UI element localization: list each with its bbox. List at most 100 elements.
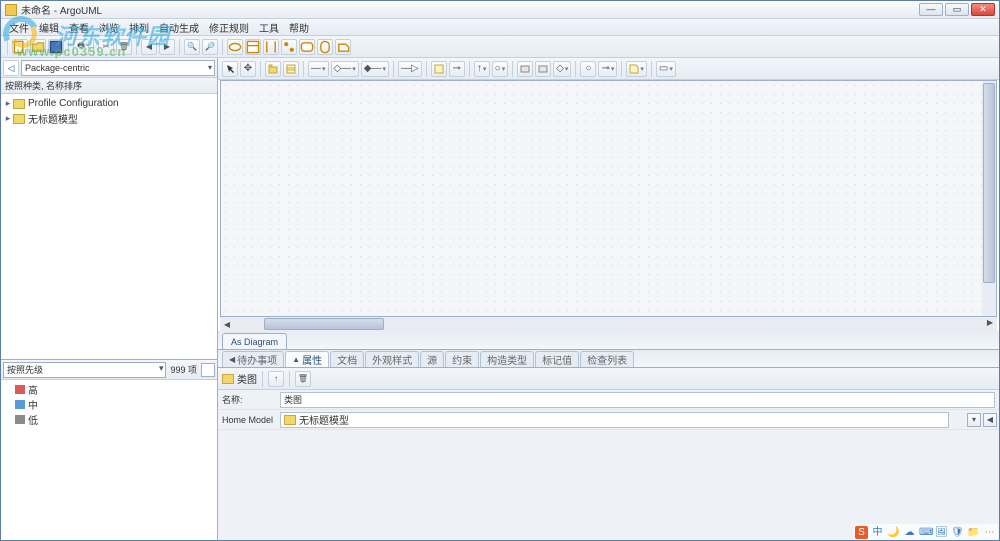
interface-tool[interactable] (431, 61, 447, 77)
gen-tool[interactable]: —▷ (398, 61, 422, 77)
titlebar: 未命名 - ArgoUML — ▭ ✕ (1, 1, 999, 19)
cut-button[interactable]: ✂ (98, 39, 114, 55)
nav-back-button[interactable]: ◀ (141, 39, 157, 55)
usecase-diagram-button[interactable] (227, 39, 243, 55)
maximize-button[interactable]: ▭ (945, 3, 969, 16)
sort-label[interactable]: 按照种类, 名称排序 (1, 78, 217, 94)
aggr-tool[interactable]: ◇— (331, 61, 359, 77)
tab-style[interactable]: 外观样式 (365, 351, 419, 367)
nav-back-icon[interactable]: ◁ (3, 60, 19, 76)
delete-button[interactable]: 🗑 (116, 39, 132, 55)
class-diagram-icon (222, 374, 234, 384)
activity-diagram-button[interactable] (317, 39, 333, 55)
go-up-button[interactable]: ↑ (268, 371, 284, 387)
menu-tools[interactable]: 工具 (255, 19, 283, 36)
details-pane: ◀待办事项 ▲属性 文档 外观样式 源 约束 构造类型 标记值 检查列表 类图 (218, 350, 999, 540)
menubar: 文件 编辑 查看 浏览 排列 自动生成 修正规则 工具 帮助 河东软件园 www… (1, 19, 999, 36)
todo-sort-combo[interactable]: 按照先级 (3, 362, 166, 378)
tray-folder-icon[interactable]: 📁 (967, 526, 980, 539)
rect-tool[interactable]: ▭ (656, 61, 676, 77)
select-tool[interactable] (222, 61, 238, 77)
tray-ime-icon[interactable]: S (855, 526, 868, 539)
menu-file[interactable]: 文件 (5, 19, 33, 36)
tray-lang-icon[interactable]: 中 (871, 526, 884, 539)
find-button[interactable]: 🔍 (184, 39, 200, 55)
menu-help[interactable]: 帮助 (285, 19, 313, 36)
tree-node[interactable]: ▸ Profile Configuration (3, 96, 215, 111)
home-combo-drop[interactable]: ▾ (967, 413, 981, 427)
comp-tool[interactable]: ◆— (361, 61, 389, 77)
comment-tool[interactable] (626, 61, 647, 77)
horizontal-scrollbar[interactable]: ◀ ▶ (220, 317, 997, 331)
priority-med[interactable]: 中 (3, 397, 215, 412)
vertical-scrollbar[interactable] (982, 81, 996, 316)
tree-label: 无标题模型 (28, 111, 78, 126)
tab-stereotype[interactable]: 构造类型 (480, 351, 534, 367)
tab-tagged[interactable]: 标记值 (535, 351, 579, 367)
todo-tree[interactable]: 高 中 低 (1, 380, 217, 540)
tray-image-icon[interactable]: 🖼 (935, 526, 948, 539)
expand-icon[interactable]: ▸ (3, 98, 13, 109)
tray-shield-icon[interactable]: 🛡 (951, 526, 964, 539)
menu-edit[interactable]: 编辑 (35, 19, 63, 36)
menu-view[interactable]: 查看 (65, 19, 93, 36)
broom-tool[interactable]: ✥ (240, 61, 256, 77)
main-toolbar: 🖶 ✂ 🗑 ◀ ▶ 🔍 🔎 (1, 36, 999, 58)
home-model-field[interactable]: 无标题模型 (280, 412, 949, 428)
open-button[interactable] (30, 39, 46, 55)
minimize-button[interactable]: — (919, 3, 943, 16)
class-diagram-button[interactable] (245, 39, 261, 55)
tray-more-icon[interactable]: ⋯ (983, 526, 996, 539)
tab-docs[interactable]: 文档 (330, 351, 364, 367)
diagram-tab[interactable]: As Diagram (222, 333, 287, 349)
new-button[interactable] (12, 39, 28, 55)
tray-moon-icon[interactable]: 🌙 (887, 526, 900, 539)
deploy-diagram-button[interactable] (335, 39, 351, 55)
priority-high[interactable]: 高 (3, 382, 215, 397)
menu-autogen[interactable]: 自动生成 (155, 19, 203, 36)
tray-cloud-icon[interactable]: ☁ (903, 526, 916, 539)
name-field[interactable] (280, 392, 995, 408)
diagram-canvas[interactable] (220, 80, 997, 317)
link-tool[interactable]: ⊸ (598, 61, 617, 77)
expand-icon[interactable]: ▸ (3, 113, 13, 124)
sequence-diagram-button[interactable] (263, 39, 279, 55)
menu-browse[interactable]: 浏览 (95, 19, 123, 36)
assoc-tool[interactable]: — (308, 61, 329, 77)
perspective-combo[interactable]: Package-centric (21, 60, 215, 76)
tab-source[interactable]: 源 (420, 351, 444, 367)
todo-flat-button[interactable] (201, 363, 215, 377)
collab-diagram-button[interactable] (281, 39, 297, 55)
priority-med-icon (15, 400, 25, 409)
zoom-button[interactable]: 🔎 (202, 39, 218, 55)
tree-node[interactable]: ▸ 无标题模型 (3, 111, 215, 126)
nav-fwd-button[interactable]: ▶ (159, 39, 175, 55)
save-button[interactable] (48, 39, 64, 55)
datatype-tool[interactable] (517, 61, 533, 77)
tab-todo[interactable]: ◀待办事项 (222, 351, 284, 367)
model-tree[interactable]: ▸ Profile Configuration ▸ 无标题模型 (1, 94, 217, 359)
tab-constraints[interactable]: 约束 (445, 351, 479, 367)
attr-tool[interactable]: ○ (492, 61, 509, 77)
tab-properties[interactable]: ▲属性 (285, 351, 329, 367)
stereo-tool[interactable]: ◇ (553, 61, 571, 77)
enum-tool[interactable] (535, 61, 551, 77)
tab-checklist[interactable]: 检查列表 (580, 351, 634, 367)
menu-critique[interactable]: 修正规则 (205, 19, 253, 36)
element-type: 类图 (222, 371, 257, 386)
app-icon (5, 4, 17, 16)
signal-tool[interactable]: ○ (580, 61, 596, 77)
tray-keyboard-icon[interactable]: ⌨ (919, 526, 932, 539)
print-button[interactable]: 🖶 (73, 39, 89, 55)
new-package-tool[interactable] (265, 61, 281, 77)
realize-tool[interactable]: ⊸ (449, 61, 465, 77)
close-button[interactable]: ✕ (971, 3, 995, 16)
delete-element-button[interactable]: 🗑 (295, 371, 311, 387)
dep-tool[interactable]: ↑ (474, 61, 490, 77)
state-diagram-button[interactable] (299, 39, 315, 55)
menu-arrange[interactable]: 排列 (125, 19, 153, 36)
priority-low[interactable]: 低 (3, 412, 215, 427)
new-class-tool[interactable] (283, 61, 299, 77)
home-nav-button[interactable]: ◀ (983, 413, 997, 427)
home-model-label: Home Model (218, 415, 280, 425)
